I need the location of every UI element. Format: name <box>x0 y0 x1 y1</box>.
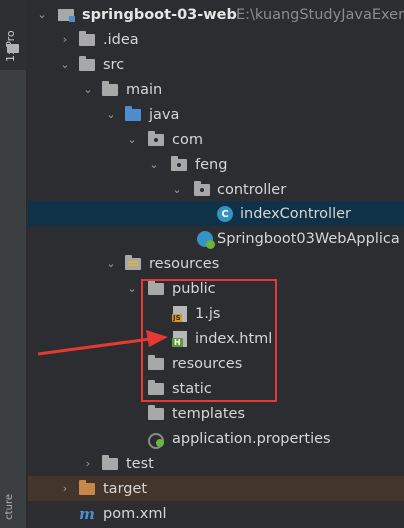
chevron-right-icon[interactable]: › <box>59 33 71 46</box>
tree-node-label: static <box>172 380 212 397</box>
project-tab-label: 1: Pro <box>4 30 17 62</box>
tree-node-label: resources <box>149 255 220 272</box>
tool-window-strip: 1: Pro cture <box>0 0 27 528</box>
tree-node-label: src <box>103 56 125 73</box>
folder-icon <box>79 31 95 46</box>
java-class-icon: C <box>217 206 233 222</box>
project-tool-tab[interactable]: 1: Pro <box>0 0 27 70</box>
root-path: E:\kuangStudyJavaExerc <box>236 6 404 23</box>
tree-node-label: test <box>126 455 154 472</box>
tree-node-label: index.html <box>195 330 273 347</box>
tree-node-src[interactable]: ⌄ src <box>28 52 404 77</box>
tree-node-index-html[interactable]: H index.html <box>28 326 404 351</box>
package-icon <box>148 131 164 146</box>
tree-node-label: feng <box>195 156 228 173</box>
chevron-down-icon[interactable]: ⌄ <box>105 257 117 270</box>
tree-node-label: main <box>126 81 163 98</box>
tree-node-label: com <box>172 131 203 148</box>
chevron-down-icon[interactable]: ⌄ <box>126 133 138 146</box>
tree-node-index-controller[interactable]: C indexController <box>28 201 404 226</box>
folder-icon <box>148 380 164 395</box>
tree-node-resources[interactable]: ⌄ resources <box>28 251 404 276</box>
tree-node-label: public <box>172 280 216 297</box>
project-folder-icon <box>7 44 19 53</box>
chevron-down-icon[interactable]: ⌄ <box>59 58 71 71</box>
html-file-icon: H <box>172 331 187 347</box>
tree-node-js-file[interactable]: JS 1.js <box>28 301 404 326</box>
structure-tab-label[interactable]: cture <box>4 494 15 520</box>
folder-icon <box>148 355 164 370</box>
tree-node-resources-sub[interactable]: resources <box>28 351 404 376</box>
source-folder-icon <box>125 106 141 121</box>
tree-node-public[interactable]: ⌄ public <box>28 276 404 301</box>
chevron-down-icon[interactable]: ⌄ <box>36 8 48 21</box>
excluded-folder-icon <box>79 480 95 495</box>
tree-node-com[interactable]: ⌄ com <box>28 127 404 152</box>
tree-node-label: resources <box>172 355 243 372</box>
tree-node-root[interactable]: ⌄ springboot-03-web E:\kuangStudyJavaExe… <box>28 2 404 27</box>
maven-icon: m <box>79 505 95 523</box>
chevron-down-icon[interactable]: ⌄ <box>126 282 138 295</box>
tree-node-templates[interactable]: templates <box>28 401 404 426</box>
tree-node-label: pom.xml <box>103 505 167 522</box>
resources-folder-icon <box>125 255 141 270</box>
chevron-down-icon[interactable]: ⌄ <box>105 108 117 121</box>
tree-node-label: application.properties <box>172 430 331 447</box>
spring-properties-icon <box>148 431 164 449</box>
package-icon <box>194 181 210 196</box>
tree-node-app-class[interactable]: Springboot03WebApplica <box>28 226 404 251</box>
tree-node-app-properties[interactable]: application.properties <box>28 426 404 451</box>
tree-node-test[interactable]: › test <box>28 451 404 476</box>
tree-node-main[interactable]: ⌄ main <box>28 77 404 102</box>
chevron-right-icon[interactable]: › <box>82 457 94 470</box>
tree-node-java[interactable]: ⌄ java <box>28 102 404 127</box>
tree-node-label: templates <box>172 405 246 422</box>
tree-node-controller[interactable]: ⌄ controller <box>28 177 404 202</box>
tree-node-label: Springboot03WebApplica <box>217 230 400 247</box>
tree-node-label: indexController <box>240 205 351 222</box>
tree-node-label: 1.js <box>195 305 221 322</box>
js-file-icon: JS <box>172 306 187 322</box>
tree-node-label: .idea <box>103 31 139 48</box>
spring-boot-class-icon <box>197 231 215 249</box>
folder-icon <box>148 280 164 295</box>
chevron-right-icon[interactable]: › <box>59 482 71 495</box>
package-icon <box>171 156 187 171</box>
tree-node-label: java <box>149 106 180 123</box>
folder-icon <box>79 56 95 71</box>
tree-node-pom[interactable]: m pom.xml <box>28 501 404 526</box>
tree-node-label: controller <box>217 181 287 198</box>
tree-node-idea[interactable]: › .idea <box>28 27 404 52</box>
folder-icon <box>102 81 118 96</box>
folder-icon <box>102 455 118 470</box>
chevron-down-icon[interactable]: ⌄ <box>82 83 94 96</box>
chevron-down-icon[interactable]: ⌄ <box>171 183 183 196</box>
module-folder-icon <box>58 9 75 22</box>
tree-node-target[interactable]: › target <box>28 476 404 501</box>
chevron-down-icon[interactable]: ⌄ <box>148 158 160 171</box>
tree-node-feng[interactable]: ⌄ feng <box>28 152 404 177</box>
project-tree: ⌄ springboot-03-web E:\kuangStudyJavaExe… <box>28 0 404 528</box>
folder-icon <box>148 405 164 420</box>
tree-node-label: target <box>103 480 148 497</box>
root-name: springboot-03-web <box>82 6 237 23</box>
tree-node-static[interactable]: static <box>28 376 404 401</box>
